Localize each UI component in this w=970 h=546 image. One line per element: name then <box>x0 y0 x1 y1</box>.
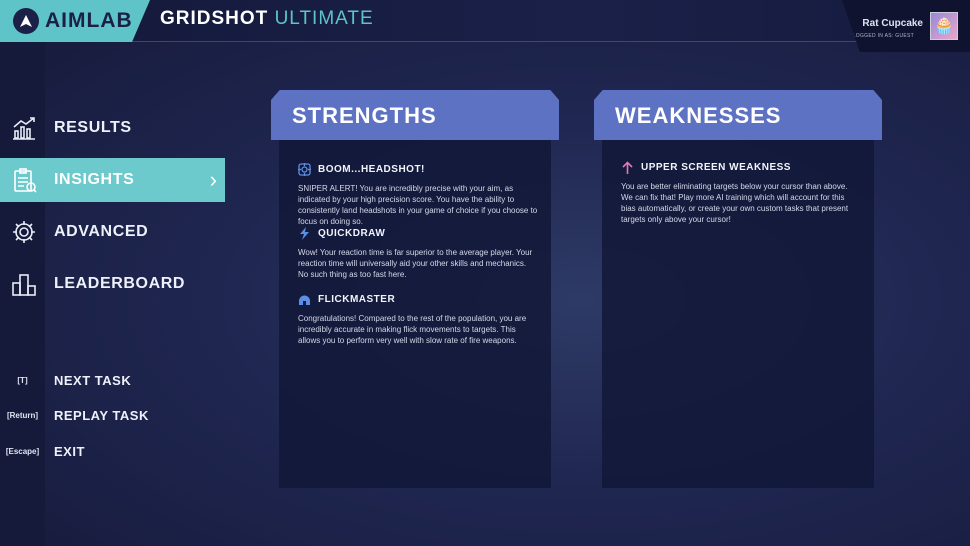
strengths-panel: STRENGTHS BOOM...HEADSHOT! SNIPER ALERT!… <box>271 90 559 488</box>
insight-title: UPPER SCREEN WEAKNESS <box>641 162 791 173</box>
user-box[interactable]: Rat Cupcake LOGGED IN AS: GUEST 🧁 <box>842 0 970 52</box>
insight-title: BOOM...HEADSHOT! <box>318 164 425 175</box>
insight-item: UPPER SCREEN WEAKNESS You are better eli… <box>621 161 861 225</box>
insight-text: You are better eliminating targets below… <box>621 182 849 224</box>
podium-icon <box>10 270 38 298</box>
panel-title: WEAKNESSES <box>615 103 782 128</box>
insight-title: QUICKDRAW <box>318 228 386 239</box>
title-accent: ULTIMATE <box>274 8 374 29</box>
insight-text: Wow! Your reaction time is far superior … <box>298 248 533 279</box>
chart-icon <box>10 114 38 142</box>
avatar[interactable]: 🧁 <box>930 12 958 40</box>
top-bar: AIMLAB GRIDSHOT ULTIMATE Rat Cupcake LOG… <box>0 0 970 52</box>
sidebar-item-leaderboard[interactable]: LEADERBOARD <box>0 262 225 306</box>
weaknesses-header: WEAKNESSES <box>594 90 882 140</box>
title-main: GRIDSHOT <box>160 8 269 29</box>
insight-title: FLICKMASTER <box>318 294 396 305</box>
shortcut-key: [T] <box>17 375 28 385</box>
crosshair-icon <box>298 163 311 176</box>
shortcut-key: [Escape] <box>5 446 40 456</box>
clipboard-icon <box>10 166 38 194</box>
gear-icon <box>10 218 38 246</box>
page-title: GRIDSHOT ULTIMATE <box>160 8 374 30</box>
shortcut-key: [Return] <box>6 410 39 420</box>
sidebar-item-label: INSIGHTS <box>54 171 135 188</box>
aimlab-logo-icon <box>13 8 39 34</box>
lightning-icon <box>298 227 311 240</box>
insight-text: SNIPER ALERT! You are incredibly precise… <box>298 184 538 226</box>
arrow-up-icon <box>621 161 634 174</box>
logged-in-status: LOGGED IN AS: GUEST <box>852 33 914 39</box>
insight-item: BOOM...HEADSHOT! SNIPER ALERT! You are i… <box>298 163 538 227</box>
logo-text: AIMLAB <box>45 9 133 32</box>
insight-item: FLICKMASTER Congratulations! Compared to… <box>298 293 538 346</box>
sidebar-item-results[interactable]: RESULTS <box>0 106 225 150</box>
sidebar-item-label: LEADERBOARD <box>54 275 186 292</box>
insight-item: QUICKDRAW Wow! Your reaction time is far… <box>298 227 538 280</box>
strengths-header: STRENGTHS <box>271 90 559 140</box>
chevron-right-icon: › <box>209 167 217 192</box>
sidebar-item-advanced[interactable]: ADVANCED <box>0 210 225 254</box>
insight-text: Congratulations! Compared to the rest of… <box>298 314 527 345</box>
sidebar-item-label: RESULTS <box>54 119 132 136</box>
sidebar-item-insights[interactable]: INSIGHTS › <box>0 158 225 202</box>
task-label: NEXT TASK <box>54 372 132 388</box>
weaknesses-panel: WEAKNESSES UPPER SCREEN WEAKNESS You are… <box>594 90 882 488</box>
task-label: REPLAY TASK <box>54 407 149 423</box>
panel-title: STRENGTHS <box>292 103 437 128</box>
helmet-icon <box>298 293 311 306</box>
sidebar-item-label: ADVANCED <box>54 223 149 240</box>
username: Rat Cupcake <box>862 18 923 29</box>
task-label: EXIT <box>54 443 85 459</box>
